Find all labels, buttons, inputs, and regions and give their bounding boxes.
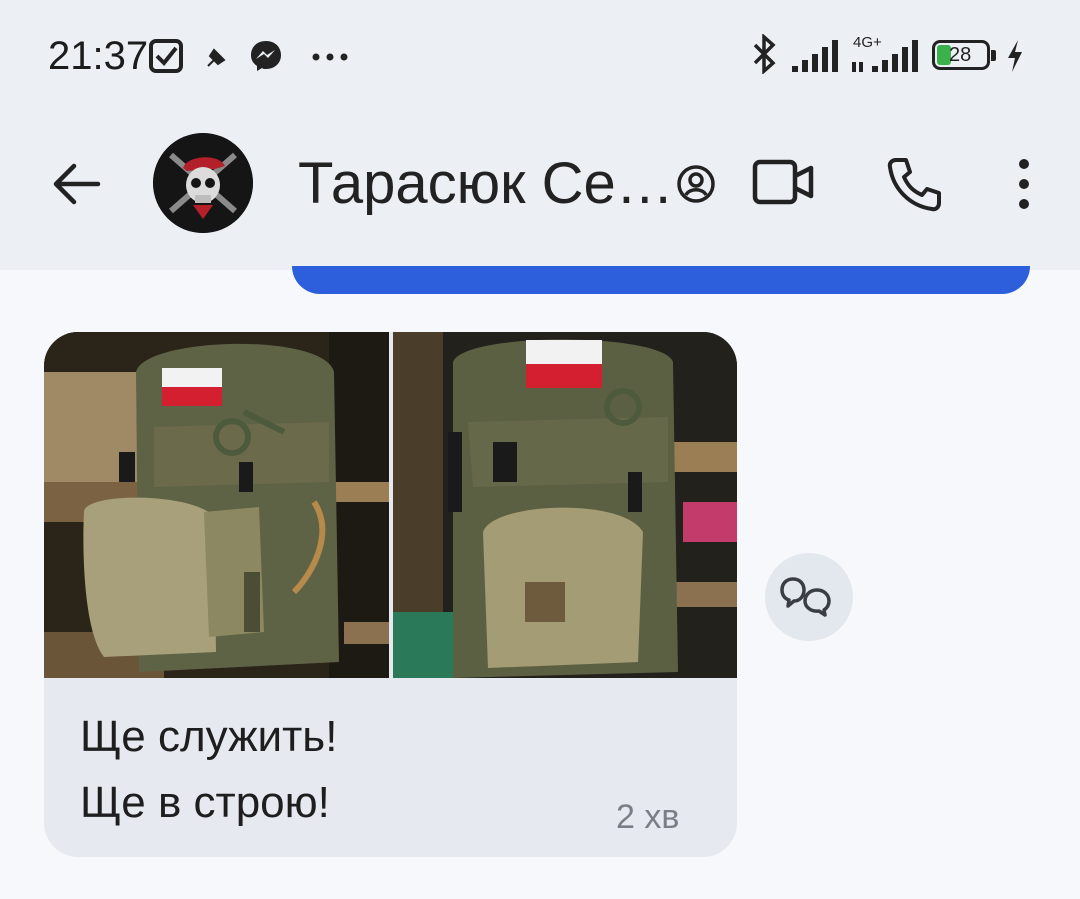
- backpack-photo-1[interactable]: [44, 332, 389, 678]
- back-arrow-icon[interactable]: [48, 155, 106, 213]
- avatar[interactable]: [153, 133, 253, 233]
- phone-icon[interactable]: [884, 154, 944, 214]
- signal-icon: [852, 40, 918, 72]
- message-timestamp: 2 хв: [616, 798, 680, 836]
- bluetooth-icon: [753, 34, 776, 74]
- checkbox-icon: [149, 39, 183, 73]
- message-text-line: Ще служить!: [80, 712, 338, 761]
- battery-icon: 28: [932, 40, 996, 70]
- contact-name[interactable]: Тарасюк Се…: [298, 150, 674, 217]
- battery-level: 28: [949, 44, 972, 66]
- charging-icon: [1008, 40, 1022, 72]
- message-bubble[interactable]: Ще служить! Ще в строю! 2 хв: [44, 332, 737, 857]
- signal-icon: [792, 40, 838, 72]
- chat-bubbles-icon: [780, 577, 831, 617]
- reply-button[interactable]: [765, 553, 853, 641]
- backpack-photo-2[interactable]: [393, 332, 737, 678]
- message-text-line: Ще в строю!: [80, 778, 330, 827]
- more-vert-icon[interactable]: [1016, 158, 1032, 210]
- account-icon: [677, 165, 715, 203]
- status-bar: 21:37 4G+ 28: [0, 0, 1080, 110]
- messenger-icon: [251, 41, 281, 71]
- pin-icon: [207, 48, 226, 67]
- status-time: 21:37: [48, 34, 149, 78]
- previous-message-bubble[interactable]: [292, 266, 1030, 294]
- video-call-icon[interactable]: [752, 156, 816, 208]
- more-dots-icon: [312, 53, 348, 61]
